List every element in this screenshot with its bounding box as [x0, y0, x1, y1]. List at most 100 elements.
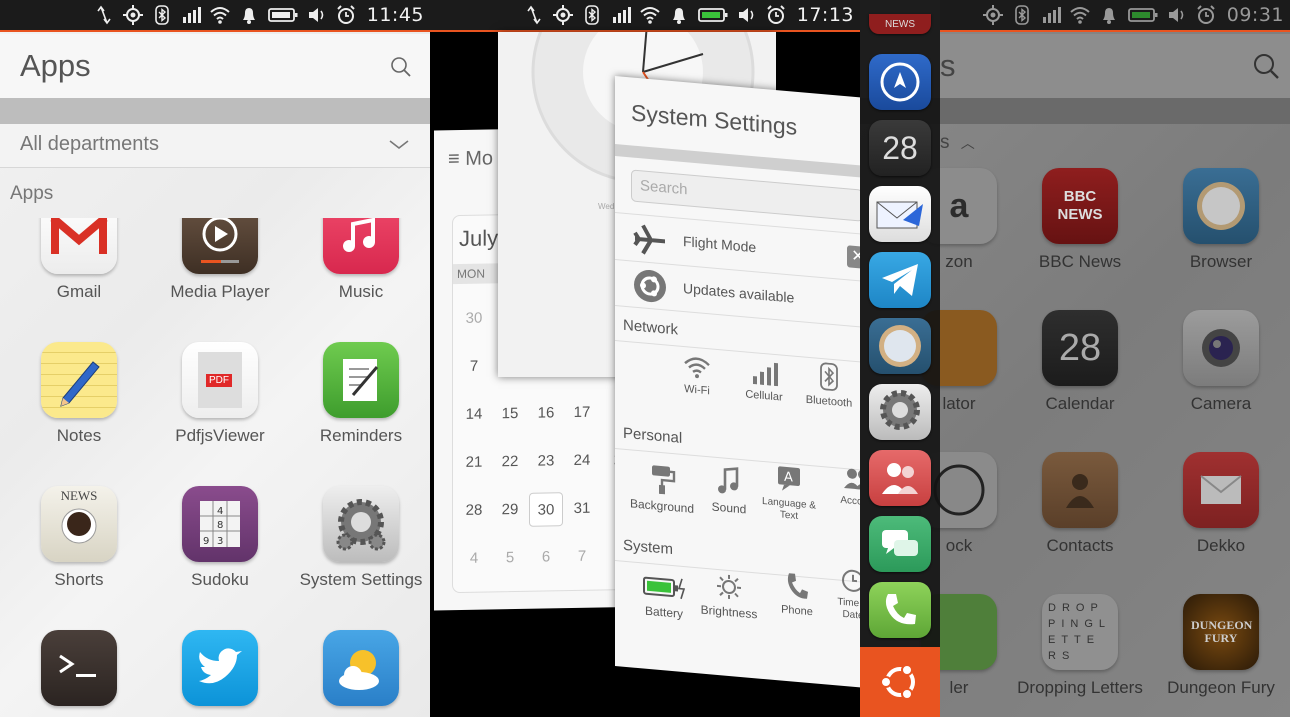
bluetooth-icon: [582, 5, 602, 25]
telegram-icon: [882, 264, 918, 296]
terminal-icon: [41, 630, 117, 706]
app-media-player[interactable]: Media Player: [155, 218, 285, 301]
calendar-day-cell[interactable]: 4: [457, 541, 491, 576]
chat-bubbles-icon: [882, 530, 918, 556]
status-bar[interactable]: 11:45: [0, 0, 430, 32]
app-weather[interactable]: [296, 630, 426, 706]
calendar-day-cell[interactable]: 23: [529, 444, 563, 479]
bluetooth-setting[interactable]: Bluetooth: [801, 360, 857, 410]
launcher-mail[interactable]: [869, 186, 931, 242]
app-pdfjsviewer[interactable]: PDF PdfjsViewer: [155, 342, 285, 445]
app-calendar[interactable]: 28 Calendar: [1015, 310, 1145, 413]
calendar-day-cell[interactable]: 7: [565, 540, 599, 575]
background-setting[interactable]: Background: [627, 461, 697, 516]
navigation-icon: [880, 62, 920, 102]
twitter-icon: [182, 630, 258, 706]
app-dropping-letters[interactable]: DROPPINGLETTERS Dropping Letters: [1015, 594, 1145, 697]
day-header-mon: MON: [457, 266, 485, 282]
search-icon[interactable]: [390, 56, 412, 78]
wifi-setting[interactable]: Wi-Fi: [675, 353, 719, 398]
app-label: Dropping Letters: [1017, 678, 1143, 697]
shorts-icon: NEWS: [41, 486, 117, 562]
app-camera[interactable]: Camera: [1156, 310, 1286, 413]
calendar-day-cell[interactable]: 30: [457, 301, 491, 336]
status-bar[interactable]: 09:31: [940, 0, 1290, 32]
app-label: BBC News: [1038, 252, 1122, 271]
launcher-calendar[interactable]: 28: [869, 120, 931, 176]
app-label: Gmail: [56, 282, 102, 301]
battery-icon: [643, 576, 686, 600]
launcher[interactable]: NEWS 28: [860, 0, 940, 717]
dimmed-department[interactable]: s ︿: [940, 132, 975, 154]
launcher-browser[interactable]: [869, 54, 931, 110]
calendar-day-cell[interactable]: 28: [457, 493, 491, 528]
app-bbc-news[interactable]: BBC NEWS BBC News: [1015, 168, 1145, 271]
app-reminders[interactable]: Reminders: [296, 342, 426, 445]
calendar-day-cell[interactable]: 16: [529, 396, 563, 431]
app-terminal[interactable]: [14, 630, 144, 706]
app-label: Camera: [1190, 394, 1252, 413]
launcher-telegram[interactable]: [869, 252, 931, 308]
launcher-contacts[interactable]: [869, 450, 931, 506]
launcher-bbc-news[interactable]: NEWS: [869, 14, 931, 34]
app-gmail[interactable]: Gmail: [14, 218, 144, 301]
battery-label: Battery: [644, 603, 683, 621]
language-setting[interactable]: A Language & Text: [757, 462, 821, 525]
flight-mode-label: Flight Mode: [683, 232, 757, 256]
accounts-setting[interactable]: Accoun: [827, 465, 860, 510]
battery-icon: [267, 5, 298, 25]
battery-setting[interactable]: Battery: [637, 572, 691, 622]
calendar-day-cell[interactable]: 6: [529, 540, 563, 575]
pdf-badge: PDF: [206, 374, 232, 387]
media-player-icon: [182, 218, 258, 274]
calendar-day-cell[interactable]: 29: [493, 493, 527, 528]
department-selector[interactable]: All departments: [0, 124, 430, 168]
status-bar[interactable]: 17:13: [430, 0, 860, 32]
phone-setting[interactable]: Phone: [775, 570, 819, 619]
music-icon: [323, 218, 399, 274]
app-notes[interactable]: Notes: [14, 342, 144, 445]
app-twitter[interactable]: [155, 630, 285, 706]
calendar-day-cell[interactable]: 22: [493, 445, 527, 480]
ubuntu-update-icon: [634, 270, 666, 303]
calendar-menu[interactable]: ≡ Mo: [448, 147, 493, 171]
calendar-day-cell[interactable]: 24: [565, 444, 599, 479]
calendar-day-cell[interactable]: 30: [529, 492, 563, 527]
calendar-day-cell[interactable]: 14: [457, 397, 491, 432]
search-icon[interactable]: [1252, 52, 1280, 80]
language-label: Language & Text: [762, 495, 816, 523]
calendar-icon: 28: [1042, 310, 1118, 386]
ubuntu-dash-button[interactable]: [860, 647, 940, 717]
app-contacts[interactable]: Contacts: [1015, 452, 1145, 555]
app-sudoku[interactable]: 4 893 Sudoku: [155, 486, 285, 589]
svg-text:8: 8: [217, 520, 223, 531]
app-shorts[interactable]: NEWS Shorts: [14, 486, 144, 589]
system-settings-window[interactable]: System Settings Search Flight Mode ✕ Upd…: [615, 76, 860, 689]
app-dungeon-fury[interactable]: DUNGEON FURY Dungeon Fury: [1156, 594, 1286, 697]
launcher-messaging[interactable]: [869, 516, 931, 572]
app-system-settings[interactable]: System Settings: [296, 486, 426, 589]
sound-setting[interactable]: Sound: [709, 464, 749, 516]
launcher-system-settings[interactable]: [869, 384, 931, 440]
app-label: Browser: [1189, 252, 1253, 271]
launcher-browser-alt[interactable]: [869, 318, 931, 374]
calendar-day-cell[interactable]: 17: [565, 396, 599, 431]
flight-mode-toggle-icon[interactable]: ✕: [847, 245, 860, 270]
app-dekko[interactable]: Dekko: [1156, 452, 1286, 555]
cellular-setting[interactable]: Cellular: [739, 359, 789, 404]
settings-search-input[interactable]: Search: [631, 169, 860, 222]
launcher-phone[interactable]: [869, 582, 931, 638]
calendar-day-cell[interactable]: 15: [493, 397, 527, 432]
calendar-day-cell[interactable]: 31: [565, 492, 599, 527]
page-header: Apps: [0, 34, 430, 98]
calendar-day-cell[interactable]: 21: [457, 445, 491, 480]
app-label: Notes: [56, 426, 102, 445]
brightness-setting[interactable]: Brightness: [699, 571, 759, 621]
background-label: Background: [629, 496, 695, 516]
calendar-day-cell[interactable]: 7: [457, 349, 491, 384]
time-date-setting[interactable]: Time & Date: [831, 567, 860, 624]
app-label: PdfjsViewer: [175, 426, 265, 445]
calendar-day-cell[interactable]: 5: [493, 541, 527, 576]
app-music[interactable]: Music: [296, 218, 426, 301]
app-browser[interactable]: Browser: [1156, 168, 1286, 271]
